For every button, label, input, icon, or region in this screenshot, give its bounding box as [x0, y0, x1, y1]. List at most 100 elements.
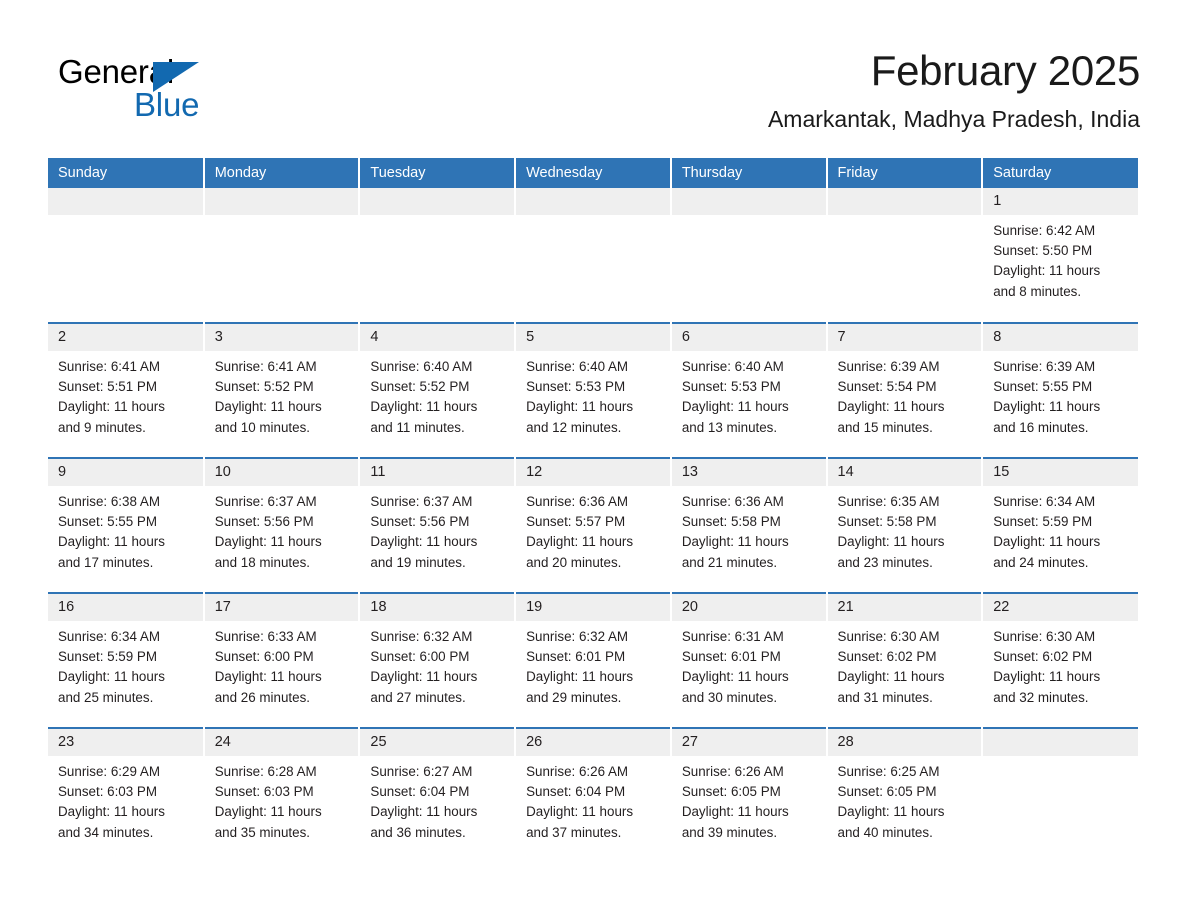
day-cell-content: [48, 188, 203, 322]
sun-times-info: Sunrise: 6:37 AM Sunset: 5:56 PM Dayligh…: [214, 494, 322, 570]
sun-times-info: Sunrise: 6:29 AM Sunset: 6:03 PM Dayligh…: [58, 764, 165, 840]
logo-text-blue: Blue: [134, 86, 200, 123]
day-cell-content: 15 Sunrise: 6:34 AM Sunset: 5:59 PM Dayli…: [983, 459, 1138, 592]
calendar-day-cell[interactable]: 1 Sunrise: 6:42 AM Sunset: 5:50 PM Daylig…: [982, 188, 1138, 323]
day-number: [671, 188, 826, 215]
day-cell-content: 22 Sunrise: 6:30 AM Sunset: 6:02 PM Dayli…: [983, 594, 1138, 727]
day-cell-content: 24 Sunrise: 6:28 AM Sunset: 6:03 PM Dayli…: [204, 729, 359, 863]
sun-times-info: Sunrise: 6:33 AM Sunset: 6:00 PM Dayligh…: [214, 629, 322, 705]
calendar-header-row: Sunday Monday Tuesday Wednesday Thursday…: [48, 158, 1138, 188]
calendar-day-cell[interactable]: 7 Sunrise: 6:39 AM Sunset: 5:54 PM Daylig…: [826, 322, 984, 458]
day-cell-content: 9 Sunrise: 6:38 AM Sunset: 5:55 PM Daylig…: [48, 459, 203, 592]
calendar-day-cell-empty: [826, 188, 984, 323]
day-cell-content: 12 Sunrise: 6:36 AM Sunset: 5:57 PM Dayli…: [516, 459, 670, 592]
day-number: 27: [671, 729, 826, 756]
calendar-day-cell[interactable]: 25 Sunrise: 6:27 AM Sunset: 6:04 PM Dayli…: [359, 727, 517, 863]
day-number: 23: [48, 729, 203, 756]
day-number: 9: [48, 459, 203, 486]
day-cell-content: [671, 188, 826, 322]
day-cell-content: 28 Sunrise: 6:25 AM Sunset: 6:05 PM Dayli…: [827, 729, 982, 863]
calendar-day-cell[interactable]: 26 Sunrise: 6:26 AM Sunset: 6:04 PM Dayli…: [515, 727, 672, 863]
title-block: February 2025 Amarkantak, Madhya Pradesh…: [380, 46, 1140, 134]
general-blue-logo[interactable]: General Blue: [58, 54, 268, 132]
day-number: 20: [671, 594, 826, 621]
weekday-header-thursday: Thursday: [670, 158, 828, 188]
day-cell-content: 18 Sunrise: 6:32 AM Sunset: 6:00 PM Dayli…: [360, 594, 515, 727]
sun-times-info: Sunrise: 6:38 AM Sunset: 5:55 PM Dayligh…: [58, 494, 165, 570]
day-number: [516, 188, 670, 215]
calendar-day-cell-empty: [670, 188, 828, 323]
day-number: 18: [360, 594, 515, 621]
day-number: 21: [827, 594, 982, 621]
calendar-day-cell[interactable]: 20 Sunrise: 6:31 AM Sunset: 6:01 PM Dayli…: [670, 592, 828, 728]
calendar-day-cell[interactable]: 12 Sunrise: 6:36 AM Sunset: 5:57 PM Dayli…: [515, 457, 672, 593]
calendar-week-row: 2 Sunrise: 6:41 AM Sunset: 5:51 PM Daylig…: [48, 322, 1138, 458]
day-cell-content: 23 Sunrise: 6:29 AM Sunset: 6:03 PM Dayli…: [48, 729, 203, 863]
day-cell-content: 21 Sunrise: 6:30 AM Sunset: 6:02 PM Dayli…: [827, 594, 982, 727]
day-cell-content: 8 Sunrise: 6:39 AM Sunset: 5:55 PM Daylig…: [983, 324, 1138, 457]
calendar-day-cell[interactable]: 28 Sunrise: 6:25 AM Sunset: 6:05 PM Dayli…: [826, 727, 984, 863]
calendar-day-cell-empty: [48, 188, 205, 323]
sunrise-sunset-calendar: Sunday Monday Tuesday Wednesday Thursday…: [48, 158, 1138, 863]
calendar-day-cell[interactable]: 2 Sunrise: 6:41 AM Sunset: 5:51 PM Daylig…: [48, 322, 205, 458]
day-cell-content: [983, 729, 1138, 863]
calendar-day-cell[interactable]: 3 Sunrise: 6:41 AM Sunset: 5:52 PM Daylig…: [203, 322, 361, 458]
day-number: 14: [827, 459, 982, 486]
calendar-day-cell[interactable]: 13 Sunrise: 6:36 AM Sunset: 5:58 PM Dayli…: [670, 457, 828, 593]
day-cell-content: 20 Sunrise: 6:31 AM Sunset: 6:01 PM Dayli…: [671, 594, 826, 727]
calendar-day-cell[interactable]: 22 Sunrise: 6:30 AM Sunset: 6:02 PM Dayli…: [982, 592, 1138, 728]
calendar-day-cell[interactable]: 18 Sunrise: 6:32 AM Sunset: 6:00 PM Dayli…: [359, 592, 517, 728]
sun-times-info: Sunrise: 6:25 AM Sunset: 6:05 PM Dayligh…: [837, 764, 945, 840]
day-number: [204, 188, 359, 215]
calendar-day-cell[interactable]: 5 Sunrise: 6:40 AM Sunset: 5:53 PM Daylig…: [515, 322, 672, 458]
calendar-day-cell-empty: [515, 188, 672, 323]
sun-times-info: Sunrise: 6:30 AM Sunset: 6:02 PM Dayligh…: [993, 629, 1101, 705]
calendar-day-cell[interactable]: 27 Sunrise: 6:26 AM Sunset: 6:05 PM Dayli…: [670, 727, 828, 863]
day-cell-content: 25 Sunrise: 6:27 AM Sunset: 6:04 PM Dayli…: [360, 729, 515, 863]
calendar-week-row: 16 Sunrise: 6:34 AM Sunset: 5:59 PM Dayli…: [48, 592, 1138, 728]
weekday-header-friday: Friday: [826, 158, 984, 188]
calendar-day-cell[interactable]: 11 Sunrise: 6:37 AM Sunset: 5:56 PM Dayli…: [359, 457, 517, 593]
calendar-day-cell-empty: [203, 188, 361, 323]
calendar-day-cell[interactable]: 24 Sunrise: 6:28 AM Sunset: 6:03 PM Dayli…: [203, 727, 361, 863]
day-cell-content: [204, 188, 359, 322]
calendar-day-cell[interactable]: 10 Sunrise: 6:37 AM Sunset: 5:56 PM Dayli…: [203, 457, 361, 593]
calendar-day-cell-empty: [359, 188, 517, 323]
calendar-day-cell[interactable]: 9 Sunrise: 6:38 AM Sunset: 5:55 PM Daylig…: [48, 457, 205, 593]
day-number: [827, 188, 982, 215]
day-number: 25: [360, 729, 515, 756]
calendar-day-cell[interactable]: 6 Sunrise: 6:40 AM Sunset: 5:53 PM Daylig…: [670, 322, 828, 458]
sun-times-info: Sunrise: 6:26 AM Sunset: 6:04 PM Dayligh…: [526, 764, 634, 840]
calendar-day-cell[interactable]: 16 Sunrise: 6:34 AM Sunset: 5:59 PM Dayli…: [48, 592, 205, 728]
day-cell-content: [516, 188, 670, 322]
calendar-week-row: 1 Sunrise: 6:42 AM Sunset: 5:50 PM Daylig…: [48, 188, 1138, 323]
calendar-day-cell[interactable]: 23 Sunrise: 6:29 AM Sunset: 6:03 PM Dayli…: [48, 727, 205, 863]
day-cell-content: 3 Sunrise: 6:41 AM Sunset: 5:52 PM Daylig…: [204, 324, 359, 457]
sun-times-info: Sunrise: 6:32 AM Sunset: 6:01 PM Dayligh…: [526, 629, 634, 705]
day-number: 28: [827, 729, 982, 756]
calendar-day-cell[interactable]: 4 Sunrise: 6:40 AM Sunset: 5:52 PM Daylig…: [359, 322, 517, 458]
sun-times-info: Sunrise: 6:40 AM Sunset: 5:53 PM Dayligh…: [681, 359, 789, 435]
day-cell-content: 7 Sunrise: 6:39 AM Sunset: 5:54 PM Daylig…: [827, 324, 982, 457]
sun-times-info: Sunrise: 6:32 AM Sunset: 6:00 PM Dayligh…: [370, 629, 478, 705]
page-title: February 2025: [870, 47, 1141, 94]
calendar-day-cell[interactable]: 21 Sunrise: 6:30 AM Sunset: 6:02 PM Dayli…: [826, 592, 984, 728]
page-header: General Blue February 2025 Amarkantak, M…: [48, 46, 1140, 150]
calendar-day-cell-empty: [982, 727, 1138, 863]
day-number: 17: [204, 594, 359, 621]
calendar-day-cell[interactable]: 17 Sunrise: 6:33 AM Sunset: 6:00 PM Dayli…: [203, 592, 361, 728]
day-number: 11: [360, 459, 515, 486]
calendar-day-cell[interactable]: 19 Sunrise: 6:32 AM Sunset: 6:01 PM Dayli…: [515, 592, 672, 728]
calendar-day-cell[interactable]: 14 Sunrise: 6:35 AM Sunset: 5:58 PM Dayli…: [826, 457, 984, 593]
calendar-day-cell[interactable]: 15 Sunrise: 6:34 AM Sunset: 5:59 PM Dayli…: [982, 457, 1138, 593]
sun-times-info: Sunrise: 6:40 AM Sunset: 5:52 PM Dayligh…: [370, 359, 478, 435]
day-number: 19: [516, 594, 670, 621]
sun-times-info: Sunrise: 6:39 AM Sunset: 5:55 PM Dayligh…: [993, 359, 1101, 435]
calendar-day-cell[interactable]: 8 Sunrise: 6:39 AM Sunset: 5:55 PM Daylig…: [982, 322, 1138, 458]
weekday-header-wednesday: Wednesday: [515, 158, 672, 188]
sun-times-info: Sunrise: 6:36 AM Sunset: 5:57 PM Dayligh…: [526, 494, 634, 570]
sun-times-info: Sunrise: 6:30 AM Sunset: 6:02 PM Dayligh…: [837, 629, 945, 705]
day-number: 24: [204, 729, 359, 756]
day-number: 16: [48, 594, 203, 621]
day-number: 1: [983, 188, 1138, 215]
